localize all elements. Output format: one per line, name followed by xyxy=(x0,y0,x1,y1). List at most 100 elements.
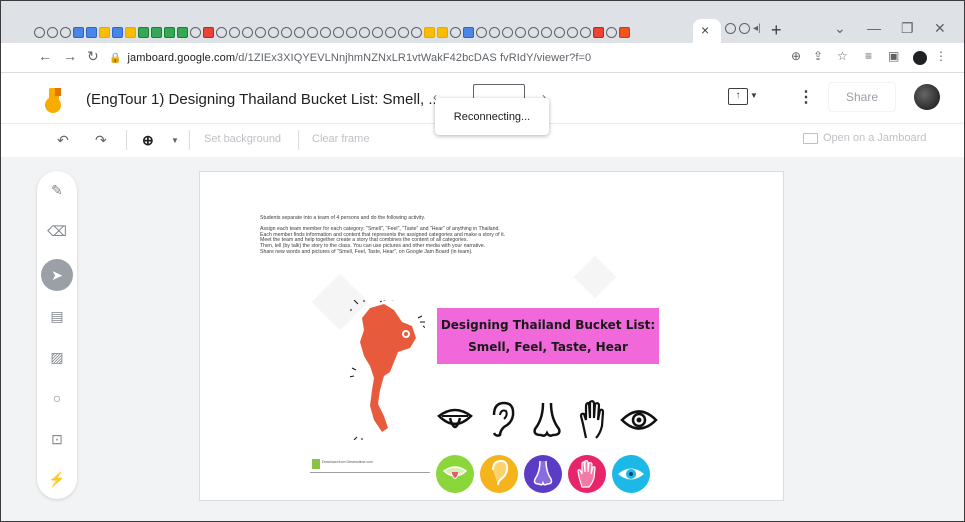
tab-favicon[interactable] xyxy=(476,26,487,38)
tab-favicon[interactable] xyxy=(34,26,45,38)
tab-favicon[interactable] xyxy=(294,26,305,38)
tab-favicon[interactable] xyxy=(203,26,214,38)
sheets-icon[interactable] xyxy=(151,26,162,38)
tab-favicon[interactable] xyxy=(739,23,750,34)
tab-favicon[interactable] xyxy=(281,26,292,38)
tab-favicon[interactable] xyxy=(372,26,383,38)
url-text[interactable]: jamboard.google.com/d/1ZIEx3XIQYEVLNnjhm… xyxy=(127,52,591,64)
tab-close-icon[interactable]: × xyxy=(701,22,709,38)
tab-favicon[interactable] xyxy=(359,26,370,38)
present-icon[interactable]: ↑ xyxy=(728,88,748,105)
eye-see-color-icon[interactable] xyxy=(612,455,650,493)
tab-favicon[interactable] xyxy=(541,26,552,38)
tab-favicon[interactable] xyxy=(489,26,500,38)
title-banner[interactable]: Designing Thailand Bucket List: Smell, F… xyxy=(437,308,659,364)
tab-favicon[interactable] xyxy=(411,26,422,38)
restore-button[interactable]: ❐ xyxy=(901,20,914,37)
address-bar[interactable]: 🔒 jamboard.google.com/d/1ZIEx3XIQYEVLNnj… xyxy=(109,46,781,70)
forward-arrow-icon[interactable]: → xyxy=(63,48,77,64)
eraser-icon[interactable]: ⌫ xyxy=(47,221,67,241)
back-arrow-icon[interactable]: ← xyxy=(38,48,52,64)
sheets-icon[interactable] xyxy=(164,26,175,38)
thailand-map-image[interactable] xyxy=(350,300,425,440)
audio-tab-icon[interactable]: ◂| xyxy=(753,23,761,34)
share-button[interactable]: Share xyxy=(828,82,896,112)
circle-shape-icon[interactable]: ○ xyxy=(47,388,67,408)
tab-favicon[interactable] xyxy=(86,26,97,38)
tab-favicon[interactable] xyxy=(216,26,227,38)
tab-favicon[interactable] xyxy=(255,26,266,38)
browser-menu-icon[interactable]: ⋮ xyxy=(935,49,947,63)
tab-favicon[interactable] xyxy=(47,26,58,38)
zoom-in-icon[interactable]: ⊕ xyxy=(142,132,154,149)
redo-icon[interactable]: ↷ xyxy=(95,132,107,149)
zoom-caret-icon[interactable]: ▼ xyxy=(171,136,179,145)
gmail-icon[interactable] xyxy=(593,26,604,38)
document-title[interactable]: (EngTour 1) Designing Thailand Bucket Li… xyxy=(86,91,441,108)
tab-favicon[interactable] xyxy=(463,26,474,38)
tab-favicon[interactable] xyxy=(619,26,630,38)
tab-favicon[interactable] xyxy=(333,26,344,38)
tab-favicon[interactable] xyxy=(515,26,526,38)
select-pointer-icon[interactable]: ➤ xyxy=(41,259,73,291)
tab-favicon[interactable] xyxy=(725,23,736,34)
drive-icon[interactable] xyxy=(125,26,136,38)
tab-favicon[interactable] xyxy=(450,26,461,38)
jam-frame[interactable]: Students separate into a team of 4 perso… xyxy=(199,171,784,501)
tab-favicon[interactable] xyxy=(528,26,539,38)
drive-icon[interactable] xyxy=(424,26,435,38)
eye-see-icon[interactable] xyxy=(620,400,658,440)
tab-favicon[interactable] xyxy=(502,26,513,38)
tab-favicon[interactable] xyxy=(229,26,240,38)
tab-favicon[interactable] xyxy=(190,26,201,38)
reading-list-icon[interactable]: ≡ xyxy=(865,49,872,63)
ear-hear-icon[interactable] xyxy=(482,400,520,440)
laser-icon[interactable]: ⚡ xyxy=(47,469,67,489)
zoom-icon[interactable]: ⊕ xyxy=(791,49,801,63)
tab-favicon[interactable] xyxy=(242,26,253,38)
share-page-icon[interactable]: ⇪ xyxy=(813,49,823,63)
open-on-jamboard-button[interactable]: Open on a Jamboard xyxy=(803,132,926,144)
bookmark-star-icon[interactable]: ☆ xyxy=(837,49,848,63)
tab-favicon[interactable] xyxy=(60,26,71,38)
drive-icon[interactable] xyxy=(99,26,110,38)
sheets-icon[interactable] xyxy=(177,26,188,38)
instructions-text[interactable]: Students separate into a team of 4 perso… xyxy=(260,215,590,256)
tab-favicon[interactable] xyxy=(320,26,331,38)
side-panel-icon[interactable]: ▣ xyxy=(888,49,899,63)
reload-icon[interactable]: ↻ xyxy=(87,48,99,65)
tab-favicon[interactable] xyxy=(307,26,318,38)
tab-favicon[interactable] xyxy=(112,26,123,38)
tab-search-chevron-icon[interactable]: ⌄ xyxy=(834,20,846,37)
drive-icon[interactable] xyxy=(437,26,448,38)
browser-profile-avatar[interactable] xyxy=(913,51,927,65)
hand-feel-icon[interactable] xyxy=(574,400,612,440)
tab-favicon[interactable] xyxy=(346,26,357,38)
text-box-icon[interactable]: ⊡ xyxy=(47,429,67,449)
new-tab-button[interactable]: + xyxy=(771,20,782,41)
more-options-icon[interactable]: ⋮ xyxy=(798,87,814,107)
nose-smell-color-icon[interactable] xyxy=(524,455,562,493)
undo-icon[interactable]: ↶ xyxy=(57,132,69,149)
mouth-taste-color-icon[interactable] xyxy=(436,455,474,493)
nose-smell-icon[interactable] xyxy=(528,400,566,440)
minimize-button[interactable]: — xyxy=(867,20,881,36)
tab-favicon[interactable] xyxy=(580,26,591,38)
tab-favicon[interactable] xyxy=(398,26,409,38)
sticky-note-icon[interactable]: ▤ xyxy=(47,306,67,326)
set-background-button[interactable]: Set background xyxy=(204,133,281,145)
jamboard-logo-icon[interactable] xyxy=(43,86,65,114)
clear-frame-button[interactable]: Clear frame xyxy=(312,133,369,145)
lock-icon[interactable]: 🔒 xyxy=(109,53,121,64)
hand-feel-color-icon[interactable] xyxy=(568,455,606,493)
tab-favicon[interactable] xyxy=(385,26,396,38)
tab-favicon[interactable] xyxy=(554,26,565,38)
present-caret-icon[interactable]: ▼ xyxy=(750,91,758,100)
tab-favicon[interactable] xyxy=(73,26,84,38)
mouth-taste-icon[interactable] xyxy=(436,400,474,440)
tab-favicon[interactable] xyxy=(268,26,279,38)
sheets-icon[interactable] xyxy=(138,26,149,38)
close-window-button[interactable]: ✕ xyxy=(934,20,946,37)
tab-favicon[interactable] xyxy=(606,26,617,38)
tab-favicon[interactable] xyxy=(567,26,578,38)
